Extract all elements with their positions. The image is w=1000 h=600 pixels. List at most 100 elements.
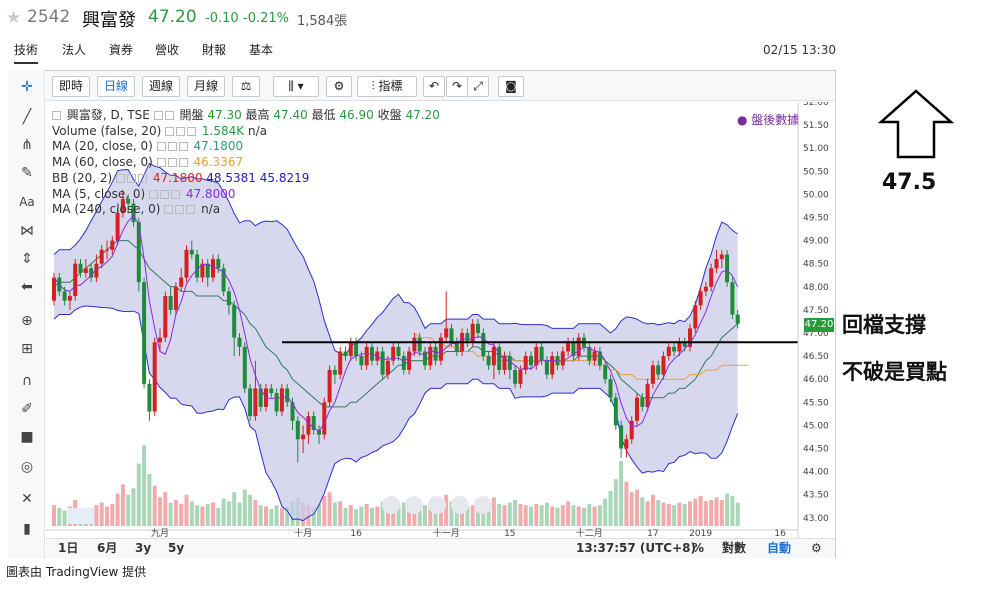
interval-weekly-button[interactable]: 週線 bbox=[142, 76, 180, 97]
fib-icon[interactable]: ⇕ bbox=[16, 248, 38, 270]
ma5-close-icon[interactable] bbox=[171, 189, 181, 199]
low-label: 最低 bbox=[311, 108, 336, 122]
volume-bar bbox=[656, 500, 661, 526]
open-label: 開盤 bbox=[179, 108, 204, 122]
volume-close-icon[interactable] bbox=[187, 126, 197, 136]
lock-drawing-icon[interactable]: ✐ bbox=[16, 398, 38, 420]
measure-icon[interactable]: ⊞ bbox=[16, 338, 38, 360]
ma60-hide-icon[interactable] bbox=[167, 158, 177, 168]
candle bbox=[147, 379, 152, 421]
ma240-hide-icon[interactable] bbox=[175, 205, 185, 215]
volume-label: Volume (false, 20) bbox=[52, 123, 162, 138]
interval-daily-button[interactable]: 日線 bbox=[97, 76, 135, 97]
text-tool-icon[interactable]: Aa bbox=[16, 191, 38, 213]
after-hours-label[interactable]: ● 盤後數據 bbox=[737, 111, 799, 128]
pattern-icon[interactable]: ⋈ bbox=[16, 220, 38, 242]
legend-close-icon[interactable] bbox=[164, 111, 174, 120]
buy-point-annotation: 不破是買點 bbox=[842, 360, 947, 384]
volume-bar bbox=[348, 505, 353, 526]
volume-hide-icon[interactable] bbox=[176, 126, 186, 136]
candle-body bbox=[348, 342, 353, 357]
trash-icon[interactable]: ▮ bbox=[16, 518, 38, 540]
crosshair-icon[interactable]: ✛ bbox=[16, 76, 38, 98]
ma5-settings-icon[interactable] bbox=[149, 189, 159, 199]
pitchfork-icon[interactable]: ⋔ bbox=[16, 134, 38, 156]
tab-financials[interactable]: 財報 bbox=[202, 42, 226, 64]
zoom-icon[interactable]: ⊕ bbox=[16, 310, 38, 332]
candle-body bbox=[560, 351, 565, 366]
percent-scale-button[interactable]: % bbox=[692, 539, 704, 558]
candle-body bbox=[539, 346, 544, 361]
volume-bar bbox=[571, 505, 576, 526]
tab-basic[interactable]: 基本 bbox=[249, 42, 273, 64]
candle bbox=[242, 342, 247, 394]
ma20-hide-icon[interactable] bbox=[167, 142, 177, 152]
ma60-close-icon[interactable] bbox=[178, 158, 188, 168]
legend-ma60: MA (60, close, 0) 46.3367 bbox=[52, 155, 440, 171]
volume-bar bbox=[99, 502, 104, 526]
lock-icon[interactable]: ■ bbox=[16, 426, 38, 448]
candle bbox=[152, 337, 157, 417]
undo-icon[interactable]: ↶ bbox=[423, 76, 445, 97]
ma240-settings-icon[interactable] bbox=[164, 205, 174, 215]
arrow-icon[interactable]: ⬅ bbox=[16, 276, 38, 298]
volume-bar bbox=[730, 496, 735, 526]
range-5y-button[interactable]: 5y bbox=[168, 539, 184, 558]
redo-icon[interactable]: ↷ bbox=[446, 76, 468, 97]
ma240-close-icon[interactable] bbox=[186, 205, 196, 215]
interval-intraday-button[interactable]: 即時 bbox=[52, 76, 90, 97]
tradingview-credit[interactable]: 圖表由 TradingView 提供 bbox=[6, 563, 146, 580]
ma60-settings-icon[interactable] bbox=[156, 158, 166, 168]
volume-bar bbox=[650, 494, 655, 526]
bb-settings-icon[interactable] bbox=[116, 173, 126, 183]
price-tick-label: 48.50 bbox=[803, 260, 829, 270]
volume-bar bbox=[682, 503, 687, 526]
bb-close-icon[interactable] bbox=[138, 173, 148, 183]
compare-icon[interactable]: ⚖ bbox=[232, 76, 260, 97]
remove-tools-icon[interactable]: ✕ bbox=[16, 488, 38, 510]
log-scale-button[interactable]: 對數 bbox=[722, 539, 746, 558]
chart-type-icon[interactable]: ⫼ ▾ bbox=[273, 76, 319, 97]
reset-icon[interactable] bbox=[428, 496, 446, 514]
candle bbox=[497, 342, 502, 375]
brush-icon[interactable]: ✎ bbox=[16, 162, 38, 184]
tab-institutional[interactable]: 法人 bbox=[62, 42, 86, 64]
camera-icon[interactable]: ◙ bbox=[498, 76, 524, 97]
star-icon[interactable]: ★ bbox=[6, 8, 21, 28]
range-1d-button[interactable]: 1日 bbox=[58, 539, 78, 558]
eye-icon[interactable]: ◎ bbox=[16, 456, 38, 478]
zoom-in-icon[interactable] bbox=[451, 496, 469, 514]
interval-monthly-button[interactable]: 月線 bbox=[187, 76, 225, 97]
scroll-left-icon[interactable] bbox=[382, 496, 400, 514]
ma5-hide-icon[interactable] bbox=[160, 189, 170, 199]
indicators-button[interactable]: ⫶ 指標 bbox=[357, 76, 417, 97]
candle-body bbox=[486, 356, 491, 366]
volume-bar bbox=[714, 497, 719, 526]
ma20-settings-icon[interactable] bbox=[156, 142, 166, 152]
price-tick-label: 45.50 bbox=[803, 398, 829, 408]
legend-settings-icon[interactable] bbox=[153, 111, 163, 120]
fullscreen-icon[interactable]: ⤢ bbox=[467, 76, 489, 97]
volume-bar bbox=[142, 445, 147, 526]
candle-body bbox=[184, 249, 189, 278]
volume-settings-icon[interactable] bbox=[165, 126, 175, 136]
ma20-close-icon[interactable] bbox=[178, 142, 188, 152]
range-6m-button[interactable]: 6月 bbox=[97, 539, 117, 558]
auto-scale-button[interactable]: 自動 bbox=[767, 539, 791, 558]
zoom-out-icon[interactable] bbox=[405, 496, 423, 514]
tab-margin[interactable]: 資券 bbox=[109, 42, 133, 64]
candle-body bbox=[412, 337, 417, 352]
collapse-icon[interactable] bbox=[52, 111, 61, 120]
volume-bar bbox=[147, 474, 152, 526]
bottom-settings-icon[interactable]: ⚙ bbox=[811, 539, 822, 558]
scroll-right-icon[interactable] bbox=[474, 496, 492, 514]
settings-gear-icon[interactable]: ⚙ bbox=[326, 76, 352, 97]
tab-revenue[interactable]: 營收 bbox=[155, 42, 179, 64]
trend-line-icon[interactable]: ╱ bbox=[16, 106, 38, 128]
magnet-icon[interactable]: ∩ bbox=[16, 370, 38, 392]
tab-technical[interactable]: 技術 bbox=[14, 42, 39, 64]
range-3y-button[interactable]: 3y bbox=[135, 539, 151, 558]
legend-volume: Volume (false, 20) 1.584K n/a bbox=[52, 124, 440, 140]
price-change-pct: -0.21% bbox=[243, 11, 289, 26]
bb-hide-icon[interactable] bbox=[127, 173, 137, 183]
